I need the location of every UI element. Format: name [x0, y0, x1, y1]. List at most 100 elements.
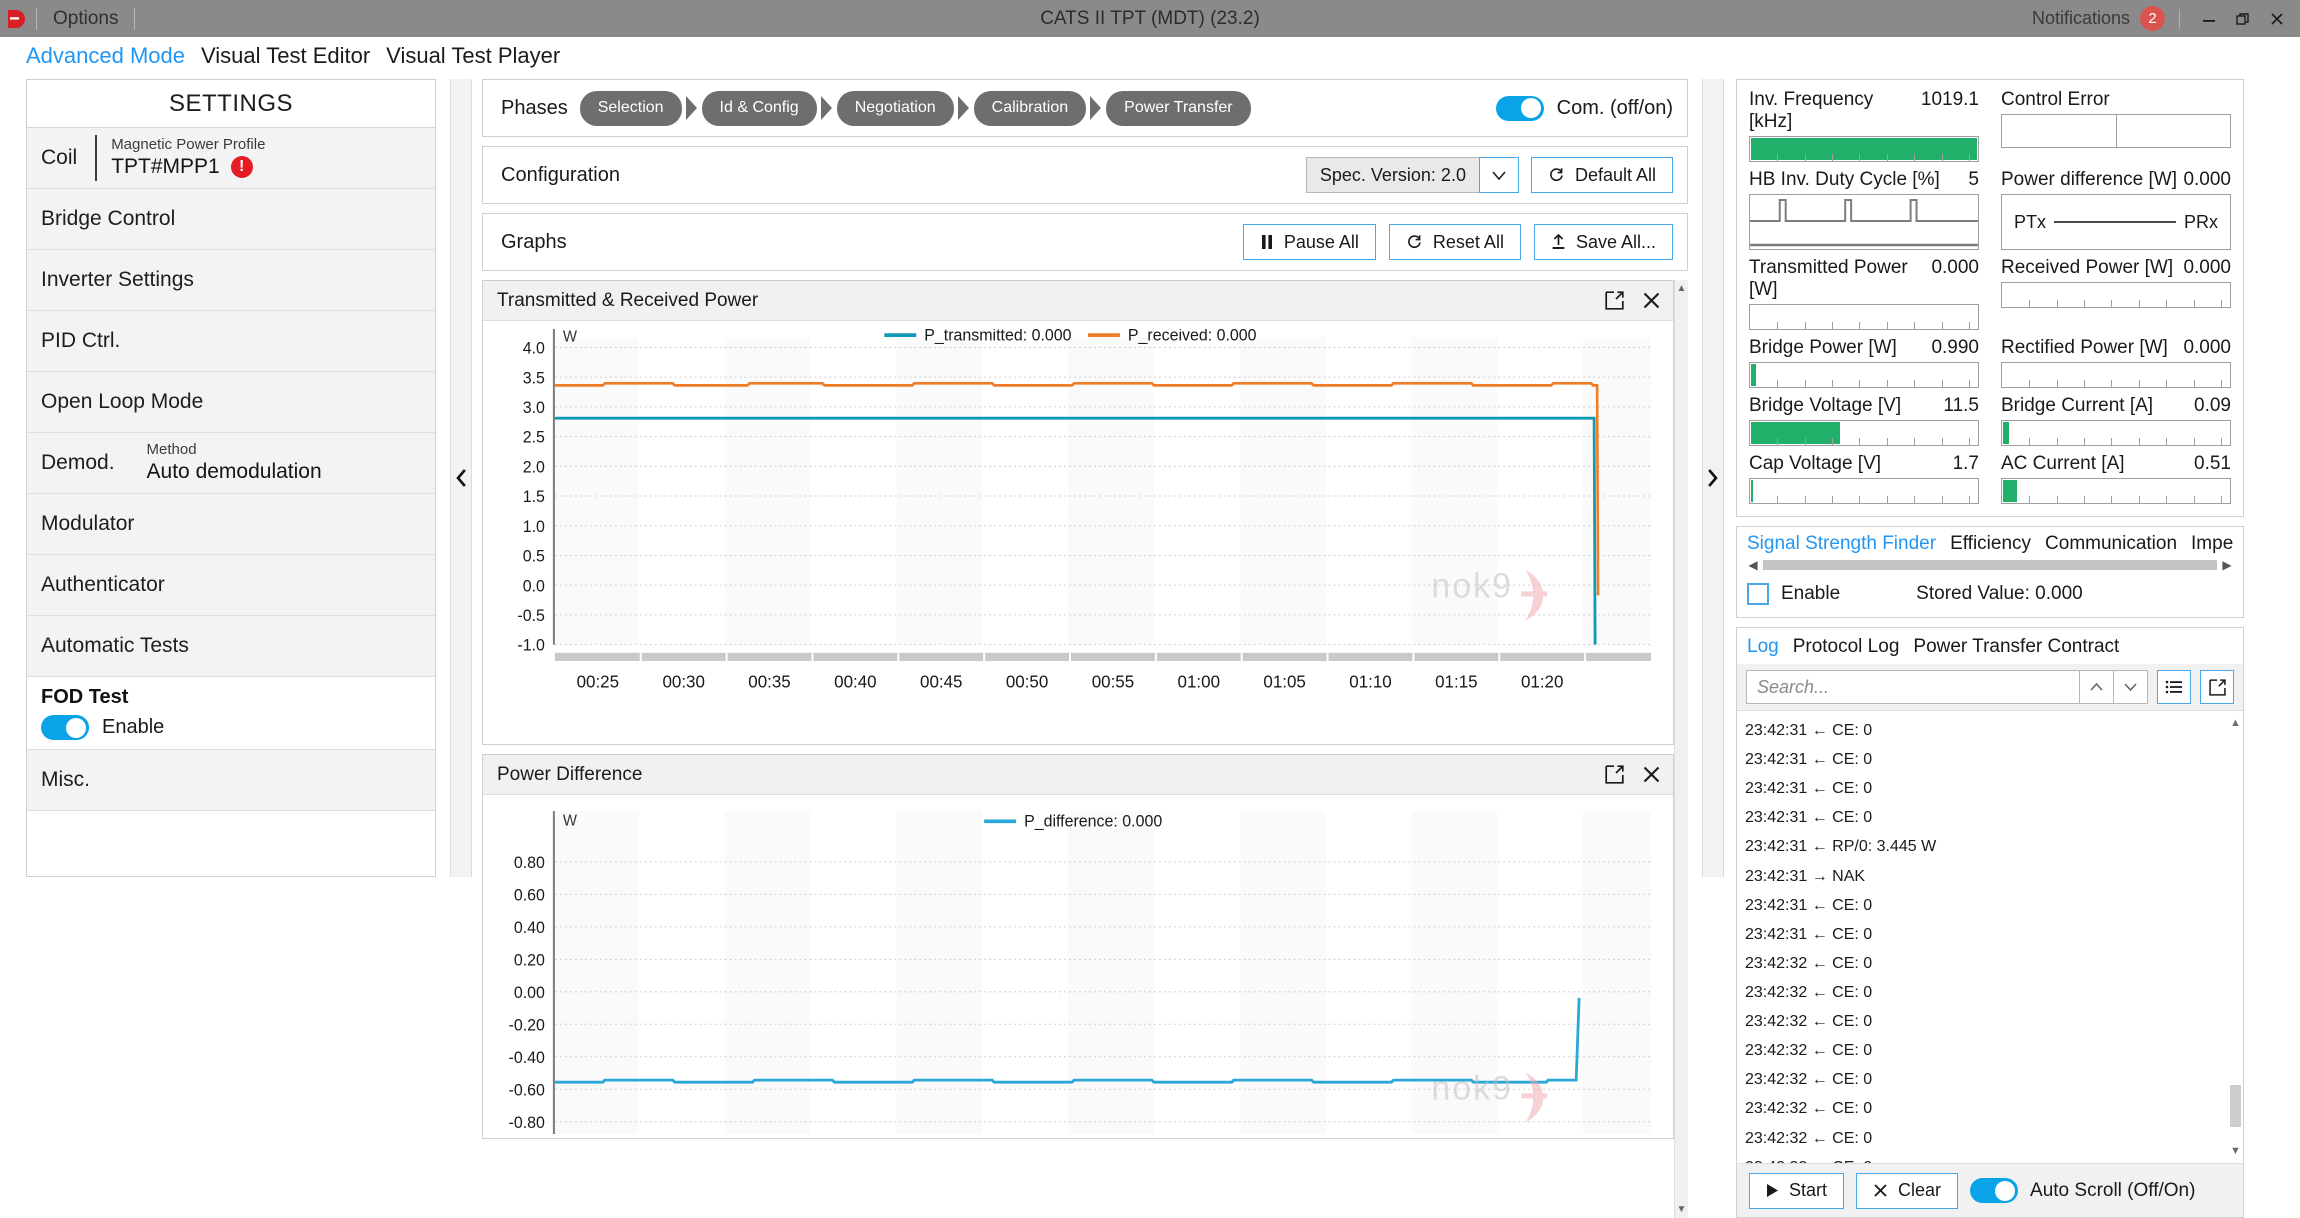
phase-power-transfer[interactable]: Power Transfer	[1106, 90, 1251, 126]
settings-item-fod-test[interactable]: FOD Test Enable	[27, 677, 435, 750]
configuration-panel: Configuration Spec. Version: 2.0 Default…	[482, 146, 1688, 204]
restore-icon[interactable]	[2226, 3, 2260, 35]
error-icon[interactable]: !	[230, 156, 253, 179]
close-icon[interactable]	[2260, 3, 2294, 35]
phase-arrow-icon	[1086, 95, 1106, 121]
meter-value: 11.5	[1943, 395, 1979, 416]
log-entry: 23:42:32 ← CE: 0	[1745, 983, 1873, 1001]
expand-icon[interactable]	[1605, 765, 1624, 784]
chart-power-difference: Power Difference W 0.80 0.60 0.40 0.20 0…	[482, 754, 1674, 1139]
settings-item-label: Bridge Control	[41, 207, 176, 230]
phase-calibration[interactable]: Calibration	[973, 90, 1087, 126]
settings-item-modulator[interactable]: Modulator	[27, 494, 435, 555]
ssf-scroll-track[interactable]	[1763, 560, 2217, 570]
save-all-label: Save All...	[1575, 231, 1656, 252]
settings-item-coil[interactable]: Coil Magnetic Power Profile TPT#MPP1 !	[27, 128, 435, 189]
collapse-right-handle[interactable]	[1702, 79, 1724, 877]
settings-item-misc[interactable]: Misc.	[27, 750, 435, 811]
settings-item-inverter-settings[interactable]: Inverter Settings	[27, 250, 435, 311]
meter-label: Bridge Power [W]	[1749, 337, 1897, 358]
ssf-tab-scrollbar[interactable]: ◀ ▶	[1747, 558, 2233, 572]
scroll-up-icon[interactable]: ▲	[2230, 713, 2241, 733]
pause-all-button[interactable]: Pause All	[1242, 224, 1376, 260]
scroll-down-icon[interactable]: ▼	[1677, 1204, 1687, 1215]
refresh-icon	[1548, 167, 1565, 184]
log-search-input[interactable]: Search...	[1746, 670, 2080, 704]
settings-item-open-loop-mode[interactable]: Open Loop Mode	[27, 372, 435, 433]
expand-icon[interactable]	[1605, 291, 1624, 310]
scroll-up-icon[interactable]: ▲	[1677, 283, 1687, 294]
chevron-up-icon[interactable]	[2080, 670, 2114, 704]
log-scroll-thumb[interactable]	[2230, 1085, 2241, 1127]
minimize-icon[interactable]	[2192, 3, 2226, 35]
configuration-label: Configuration	[501, 163, 620, 186]
fod-enable-row[interactable]: Enable	[41, 715, 164, 740]
phase-negotiation[interactable]: Negotiation	[836, 90, 954, 126]
tab-communication[interactable]: Communication	[2045, 533, 2177, 555]
close-icon[interactable]	[1642, 291, 1661, 310]
svg-text:01:00: 01:00	[1178, 671, 1220, 691]
spec-version-select[interactable]: Spec. Version: 2.0	[1305, 157, 1519, 193]
log-entries-list[interactable]: 23:42:31 ← CE: 0 23:42:31 ← CE: 0 23:42:…	[1737, 711, 2243, 1163]
charts-vertical-scrollbar[interactable]: ▲ ▼	[1674, 280, 1688, 1218]
settings-item-authenticator[interactable]: Authenticator	[27, 555, 435, 616]
svg-text:00:30: 00:30	[662, 671, 704, 691]
list-icon[interactable]	[2157, 670, 2191, 704]
phase-arrow-icon	[817, 95, 837, 121]
auto-scroll-toggle[interactable]	[1970, 1178, 2019, 1203]
meter-value: 5	[1968, 169, 1979, 190]
scroll-down-icon[interactable]: ▼	[2230, 1141, 2241, 1161]
scroll-right-icon[interactable]: ▶	[2221, 558, 2233, 572]
svg-text:01:15: 01:15	[1435, 671, 1477, 691]
mode-advanced[interactable]: Advanced Mode	[26, 43, 201, 69]
com-toggle[interactable]	[1495, 95, 1544, 121]
ssf-stored-value: Stored Value: 0.000	[1916, 583, 2083, 604]
start-button[interactable]: Start	[1749, 1172, 1845, 1209]
chevron-down-icon[interactable]	[1478, 157, 1519, 193]
close-icon[interactable]	[1642, 765, 1661, 784]
mode-visual-test-editor[interactable]: Visual Test Editor	[201, 43, 386, 69]
coil-detail-value: TPT#MPP1	[111, 155, 220, 179]
meter-bar	[1749, 136, 1979, 162]
clear-button[interactable]: Clear	[1856, 1172, 1959, 1209]
tab-power-transfer-contract[interactable]: Power Transfer Contract	[1913, 636, 2119, 658]
settings-item-bridge-control[interactable]: Bridge Control	[27, 189, 435, 250]
settings-item-demod[interactable]: Demod. Method Auto demodulation	[27, 433, 435, 494]
tab-impedance-measurement[interactable]: Impedance Measurem	[2191, 533, 2233, 555]
charts-area: Transmitted & Received Power W 4.0 3.5 3…	[482, 280, 1688, 1218]
log-scrollbar[interactable]: ▲ ▼	[2228, 711, 2243, 1163]
settings-item-automatic-tests[interactable]: Automatic Tests	[27, 616, 435, 677]
tab-efficiency[interactable]: Efficiency	[1950, 533, 2031, 555]
settings-item-pid-ctrl[interactable]: PID Ctrl.	[27, 311, 435, 372]
ptx-prx-gauge: PTx PRx	[2001, 194, 2231, 250]
graphs-panel: Graphs Pause All Reset All Save All...	[482, 213, 1688, 271]
tab-log[interactable]: Log	[1747, 636, 1779, 658]
popout-icon[interactable]	[2200, 670, 2234, 704]
meter-power-difference: Power difference [W] 0.000 PTx PRx	[2001, 169, 2231, 250]
default-all-button[interactable]: Default All	[1530, 157, 1673, 193]
tab-protocol-log[interactable]: Protocol Log	[1793, 636, 1900, 658]
titlebar-right-cluster: Notifications 2	[2032, 3, 2300, 35]
phase-id-config[interactable]: Id & Config	[701, 90, 817, 126]
save-all-button[interactable]: Save All...	[1533, 224, 1673, 260]
tab-signal-strength-finder[interactable]: Signal Strength Finder	[1747, 533, 1936, 555]
fod-enable-toggle[interactable]	[41, 715, 89, 740]
notifications-badge[interactable]: 2	[2140, 6, 2165, 31]
ssf-enable-checkbox[interactable]	[1747, 583, 1769, 605]
notifications-label[interactable]: Notifications	[2032, 8, 2140, 29]
chevron-down-icon[interactable]	[2114, 670, 2148, 704]
reset-all-button[interactable]: Reset All	[1388, 224, 1521, 260]
scroll-left-icon[interactable]: ◀	[1747, 558, 1759, 572]
com-toggle-group[interactable]: Com. (off/on)	[1495, 95, 1673, 121]
collapse-left-handle[interactable]	[450, 79, 472, 877]
mode-visual-test-player[interactable]: Visual Test Player	[386, 43, 576, 69]
mode-bar: Advanced Mode Visual Test Editor Visual …	[0, 37, 2300, 75]
ptx-prx-line	[2054, 221, 2176, 223]
svg-text:01:20: 01:20	[1521, 671, 1563, 691]
meter-bar	[1749, 362, 1979, 388]
demod-detail-caption: Method	[146, 440, 197, 458]
svg-text:-0.80: -0.80	[509, 1114, 545, 1132]
meter-label: Inv. Frequency [kHz]	[1749, 89, 1874, 132]
options-menu[interactable]: Options	[39, 0, 132, 37]
phase-selection[interactable]: Selection	[579, 90, 682, 126]
